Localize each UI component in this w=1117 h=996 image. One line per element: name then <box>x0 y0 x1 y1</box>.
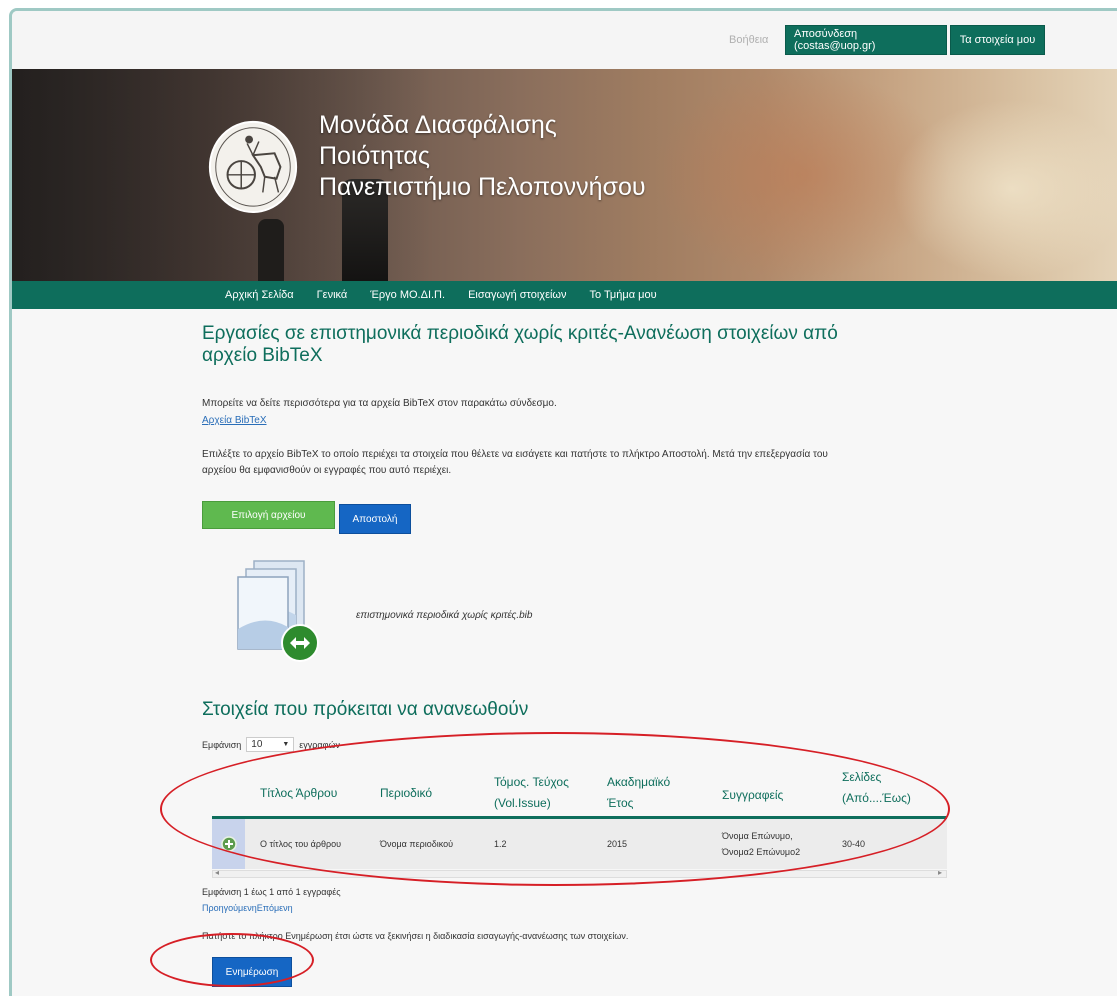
main-nav: Αρχική Σελίδα Γενικά Έργο ΜΟ.ΔΙ.Π. Εισαγ… <box>12 281 1117 309</box>
cell-year: 2015 <box>607 839 628 849</box>
column-header-pages-line1: Σελίδες <box>842 770 882 784</box>
site-title-line-3: Πανεπιστήμιο Πελοποννήσου <box>319 173 646 201</box>
nav-item-data-entry[interactable]: Εισαγωγή στοιχείων <box>468 289 566 301</box>
column-header-authors[interactable]: Συγγραφείς <box>722 785 783 806</box>
horizontal-scrollbar[interactable]: ◂ ▸ <box>212 868 947 878</box>
nav-item-general[interactable]: Γενικά <box>317 289 348 301</box>
pagination-links[interactable]: ΠροηγούμενηΕπόμενη <box>202 903 293 913</box>
cell-pages: 30-40 <box>842 839 866 849</box>
page-size-control: Εμφάνιση 10 ▼ εγγραφών <box>202 737 340 752</box>
nav-item-my-department[interactable]: Το Τμήμα μου <box>590 289 657 301</box>
column-header-year-line2: Έτος <box>607 796 634 810</box>
column-header-year[interactable]: Ακαδημαϊκό Έτος <box>607 772 670 814</box>
cell-volume: 1.2 <box>494 839 507 849</box>
column-header-authors-text: Συγγραφείς <box>722 788 784 802</box>
file-transfer-icon <box>237 560 319 662</box>
show-suffix: εγγραφών <box>299 739 340 750</box>
cell-authors: Όνομα Επώνυμο, Όνομα2 Επώνυμο2 <box>722 828 800 860</box>
nav-item-home[interactable]: Αρχική Σελίδα <box>225 289 294 301</box>
expand-row-icon <box>220 836 237 852</box>
my-data-button[interactable]: Τα στοιχεία μου <box>950 25 1045 55</box>
column-header-volume-line2: (Vol.Issue) <box>494 796 551 810</box>
column-header-title[interactable]: Τίτλος Άρθρου <box>260 783 337 804</box>
scroll-left-icon[interactable]: ◂ <box>215 868 219 877</box>
send-button[interactable]: Αποστολή <box>339 504 411 534</box>
site-title-line-1: Μονάδα Διασφάλισης <box>319 111 557 139</box>
records-table: Τίτλος Άρθρου Περιοδικό Τόμος. Τεύχος (V… <box>212 769 947 879</box>
update-button[interactable]: Ενημέρωση <box>212 957 292 987</box>
header-banner: Μονάδα Διασφάλισης Ποιότητας Πανεπιστήμι… <box>12 69 1117 281</box>
choose-file-button[interactable]: Επιλογή αρχείου <box>202 501 335 529</box>
scroll-right-icon[interactable]: ▸ <box>938 868 942 877</box>
update-note: Πατήστε το πλήκτρο Ενημέρωση έτσι ώστε ν… <box>202 931 629 941</box>
bibtex-info-link[interactable]: Αρχεία BibTeX <box>202 415 267 426</box>
column-header-journal-text: Περιοδικό <box>380 786 433 800</box>
instructions-text: Επιλέξτε το αρχείο BibTeX το οποίο περιέ… <box>202 449 828 476</box>
banner-glow-light <box>892 99 1117 279</box>
logout-button[interactable]: Αποσύνδεση (costas@uop.gr) <box>785 25 947 55</box>
cell-title: Ο τίτλος του άρθρου <box>260 839 342 849</box>
cell-authors-line1: Όνομα Επώνυμο, <box>722 831 793 841</box>
cell-journal: Όνομα περιοδικού <box>380 839 454 849</box>
expand-row-button[interactable] <box>212 819 245 869</box>
show-prefix: Εμφάνιση <box>202 739 242 750</box>
column-header-pages[interactable]: Σελίδες (Από....Έως) <box>842 767 911 809</box>
table-header: Τίτλος Άρθρου Περιοδικό Τόμος. Τεύχος (V… <box>212 769 947 819</box>
column-header-volume-line1: Τόμος. Τεύχος <box>494 775 569 789</box>
page-size-value: 10 <box>251 739 263 750</box>
nav-item-project[interactable]: Έργο ΜΟ.ΔΙ.Π. <box>370 289 445 301</box>
bibtex-info-text: Μπορείτε να δείτε περισσότερα για τα αρχ… <box>202 398 557 409</box>
table-row[interactable]: Ο τίτλος του άρθρου Όνομα περιοδικού 1.2… <box>212 819 947 869</box>
column-header-pages-line2: (Από....Έως) <box>842 791 911 805</box>
site-title-line-2: Ποιότητας <box>319 142 430 170</box>
column-header-volume[interactable]: Τόμος. Τεύχος (Vol.Issue) <box>494 772 569 814</box>
seal-logo-icon <box>208 120 298 214</box>
banner-chess-piece <box>258 219 284 281</box>
cell-authors-line2: Όνομα2 Επώνυμο2 <box>722 847 801 857</box>
browser-frame: Βοήθεια Αποσύνδεση (costas@uop.gr) Τα στ… <box>9 8 1117 996</box>
help-link[interactable]: Βοήθεια <box>729 34 768 46</box>
top-bar: Βοήθεια Αποσύνδεση (costas@uop.gr) Τα στ… <box>12 11 1117 69</box>
site-title: Μονάδα Διασφάλισης Ποιότητας Πανεπιστήμι… <box>319 110 739 203</box>
table-info: Εμφάνιση 1 έως 1 από 1 εγγραφές <box>202 887 341 897</box>
page-title: Εργασίες σε επιστημονικά περιοδικά χωρίς… <box>202 323 838 366</box>
page-size-select[interactable]: 10 ▼ <box>246 737 295 752</box>
column-header-year-line1: Ακαδημαϊκό <box>607 775 671 789</box>
column-header-journal[interactable]: Περιοδικό <box>380 783 432 804</box>
chevron-down-icon: ▼ <box>282 741 290 748</box>
selected-file-name: επιστημονικά περιοδικά χωρίς κριτές.bib <box>356 610 533 621</box>
column-header-title-text: Τίτλος Άρθρου <box>260 786 338 800</box>
section-title: Στοιχεία που πρόκειται να ανανεωθούν <box>202 699 529 720</box>
